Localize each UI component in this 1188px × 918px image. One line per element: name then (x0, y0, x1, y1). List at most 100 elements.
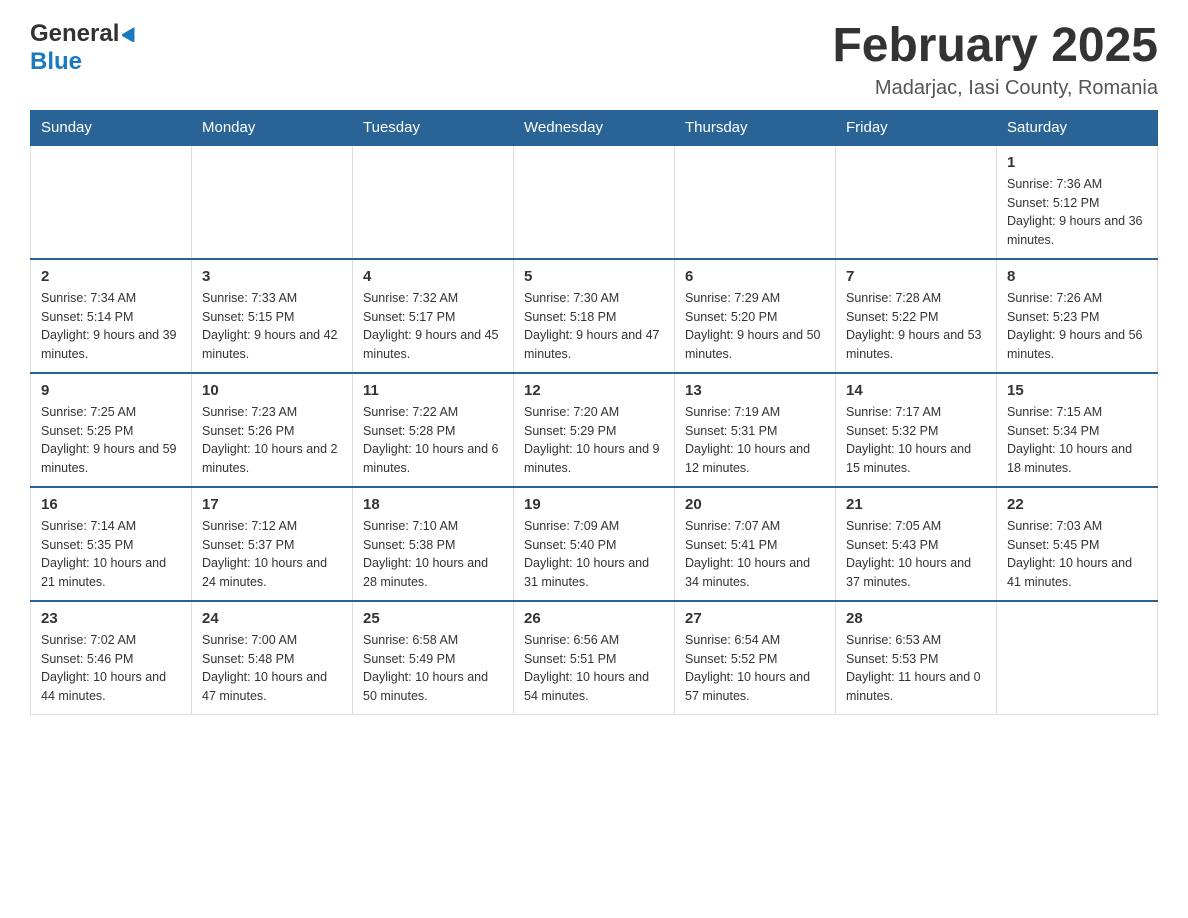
day-info: Sunrise: 7:26 AMSunset: 5:23 PMDaylight:… (1007, 289, 1147, 364)
table-row: 2Sunrise: 7:34 AMSunset: 5:14 PMDaylight… (31, 259, 192, 373)
day-info: Sunrise: 6:58 AMSunset: 5:49 PMDaylight:… (363, 631, 503, 706)
daylight-text: Daylight: 10 hours and 41 minutes. (1007, 554, 1147, 592)
table-row: 17 Sunrise: 7:12 AMSunset: 5:37 PMDayligh… (192, 487, 353, 601)
sunrise-text: Sunrise: 7:07 AM (685, 517, 825, 536)
table-row: 13 Sunrise: 7:19 AMSunset: 5:31 PMDayligh… (675, 373, 836, 487)
col-sunday: Sunday (31, 110, 192, 145)
table-row: 3 Sunrise: 7:33 AMSunset: 5:15 PMDaylight… (192, 259, 353, 373)
sunrise-text: Sunrise: 7:23 AM (202, 403, 342, 422)
sunrise-text: Sunrise: 7:19 AM (685, 403, 825, 422)
day-info: Sunrise: 7:19 AMSunset: 5:31 PMDaylight:… (685, 403, 825, 478)
page-header: General Blue February 2025 Madarjac, Ias… (30, 20, 1158, 100)
daylight-text: Daylight: 9 hours and 50 minutes. (685, 326, 825, 364)
table-row: 10Sunrise: 7:23 AMSunset: 5:26 PMDayligh… (192, 373, 353, 487)
day-info: Sunrise: 7:22 AMSunset: 5:28 PMDaylight:… (363, 403, 503, 478)
day-number: 3 (202, 268, 342, 285)
table-row: 12Sunrise: 7:20 AMSunset: 5:29 PMDayligh… (514, 373, 675, 487)
col-tuesday: Tuesday (353, 110, 514, 145)
day-number: 10 (202, 382, 342, 399)
table-row: 27Sunrise: 6:54 AMSunset: 5:52 PMDayligh… (675, 601, 836, 715)
table-row: 11 Sunrise: 7:22 AMSunset: 5:28 PMDayligh… (353, 373, 514, 487)
sunrise-text: Sunrise: 7:29 AM (685, 289, 825, 308)
day-info: Sunrise: 7:33 AMSunset: 5:15 PMDaylight:… (202, 289, 342, 364)
table-row: 24 Sunrise: 7:00 AMSunset: 5:48 PMDayligh… (192, 601, 353, 715)
calendar-week-row: 1Sunrise: 7:36 AMSunset: 5:12 PMDaylight… (31, 145, 1158, 259)
sunset-text: Sunset: 5:18 PM (524, 308, 664, 327)
daylight-text: Daylight: 10 hours and 50 minutes. (363, 668, 503, 706)
daylight-text: Daylight: 9 hours and 56 minutes. (1007, 326, 1147, 364)
day-number: 13 (685, 382, 825, 399)
day-info: Sunrise: 6:54 AMSunset: 5:52 PMDaylight:… (685, 631, 825, 706)
sunset-text: Sunset: 5:40 PM (524, 536, 664, 555)
sunrise-text: Sunrise: 7:22 AM (363, 403, 503, 422)
day-info: Sunrise: 7:17 AMSunset: 5:32 PMDaylight:… (846, 403, 986, 478)
daylight-text: Daylight: 9 hours and 47 minutes. (524, 326, 664, 364)
sunrise-text: Sunrise: 7:26 AM (1007, 289, 1147, 308)
day-number: 2 (41, 268, 181, 285)
table-row: 18Sunrise: 7:10 AMSunset: 5:38 PMDayligh… (353, 487, 514, 601)
sunset-text: Sunset: 5:53 PM (846, 650, 986, 669)
table-row (31, 145, 192, 259)
table-row: 1Sunrise: 7:36 AMSunset: 5:12 PMDaylight… (997, 145, 1158, 259)
daylight-text: Daylight: 10 hours and 15 minutes. (846, 440, 986, 478)
table-row: 15Sunrise: 7:15 AMSunset: 5:34 PMDayligh… (997, 373, 1158, 487)
day-number: 22 (1007, 496, 1147, 513)
day-number: 9 (41, 382, 181, 399)
col-friday: Friday (836, 110, 997, 145)
daylight-text: Daylight: 10 hours and 24 minutes. (202, 554, 342, 592)
sunrise-text: Sunrise: 7:30 AM (524, 289, 664, 308)
day-number: 11 (363, 382, 503, 399)
day-number: 8 (1007, 268, 1147, 285)
sunrise-text: Sunrise: 6:53 AM (846, 631, 986, 650)
logo-arrow-icon (122, 24, 140, 47)
day-info: Sunrise: 7:03 AMSunset: 5:45 PMDaylight:… (1007, 517, 1147, 592)
sunset-text: Sunset: 5:23 PM (1007, 308, 1147, 327)
table-row: 26Sunrise: 6:56 AMSunset: 5:51 PMDayligh… (514, 601, 675, 715)
sunrise-text: Sunrise: 7:02 AM (41, 631, 181, 650)
day-info: Sunrise: 7:09 AMSunset: 5:40 PMDaylight:… (524, 517, 664, 592)
daylight-text: Daylight: 10 hours and 31 minutes. (524, 554, 664, 592)
day-number: 19 (524, 496, 664, 513)
day-info: Sunrise: 7:12 AMSunset: 5:37 PMDaylight:… (202, 517, 342, 592)
day-number: 7 (846, 268, 986, 285)
daylight-text: Daylight: 9 hours and 42 minutes. (202, 326, 342, 364)
daylight-text: Daylight: 10 hours and 12 minutes. (685, 440, 825, 478)
day-info: Sunrise: 7:32 AMSunset: 5:17 PMDaylight:… (363, 289, 503, 364)
daylight-text: Daylight: 10 hours and 54 minutes. (524, 668, 664, 706)
day-info: Sunrise: 7:00 AMSunset: 5:48 PMDaylight:… (202, 631, 342, 706)
sunrise-text: Sunrise: 7:12 AM (202, 517, 342, 536)
calendar-header-row: Sunday Monday Tuesday Wednesday Thursday… (31, 110, 1158, 145)
sunset-text: Sunset: 5:51 PM (524, 650, 664, 669)
daylight-text: Daylight: 10 hours and 21 minutes. (41, 554, 181, 592)
day-number: 17 (202, 496, 342, 513)
sunset-text: Sunset: 5:25 PM (41, 422, 181, 441)
table-row: 22 Sunrise: 7:03 AMSunset: 5:45 PMDayligh… (997, 487, 1158, 601)
daylight-text: Daylight: 9 hours and 59 minutes. (41, 440, 181, 478)
sunset-text: Sunset: 5:20 PM (685, 308, 825, 327)
day-number: 24 (202, 610, 342, 627)
table-row (997, 601, 1158, 715)
logo: General Blue (30, 20, 140, 76)
sunset-text: Sunset: 5:12 PM (1007, 194, 1147, 213)
daylight-text: Daylight: 11 hours and 0 minutes. (846, 668, 986, 706)
sunrise-text: Sunrise: 7:15 AM (1007, 403, 1147, 422)
title-block: February 2025 Madarjac, Iasi County, Rom… (832, 20, 1158, 100)
sunrise-text: Sunrise: 7:33 AM (202, 289, 342, 308)
day-info: Sunrise: 7:14 AMSunset: 5:35 PMDaylight:… (41, 517, 181, 592)
sunrise-text: Sunrise: 6:56 AM (524, 631, 664, 650)
sunrise-text: Sunrise: 6:54 AM (685, 631, 825, 650)
table-row: 19 Sunrise: 7:09 AMSunset: 5:40 PMDayligh… (514, 487, 675, 601)
daylight-text: Daylight: 10 hours and 6 minutes. (363, 440, 503, 478)
table-row: 16Sunrise: 7:14 AMSunset: 5:35 PMDayligh… (31, 487, 192, 601)
table-row (514, 145, 675, 259)
daylight-text: Daylight: 10 hours and 28 minutes. (363, 554, 503, 592)
table-row (836, 145, 997, 259)
day-info: Sunrise: 7:05 AMSunset: 5:43 PMDaylight:… (846, 517, 986, 592)
calendar-table: Sunday Monday Tuesday Wednesday Thursday… (30, 110, 1158, 715)
day-info: Sunrise: 6:53 AMSunset: 5:53 PMDaylight:… (846, 631, 986, 706)
table-row: 4Sunrise: 7:32 AMSunset: 5:17 PMDaylight… (353, 259, 514, 373)
daylight-text: Daylight: 10 hours and 47 minutes. (202, 668, 342, 706)
sunrise-text: Sunrise: 7:00 AM (202, 631, 342, 650)
sunrise-text: Sunrise: 7:32 AM (363, 289, 503, 308)
sunset-text: Sunset: 5:37 PM (202, 536, 342, 555)
